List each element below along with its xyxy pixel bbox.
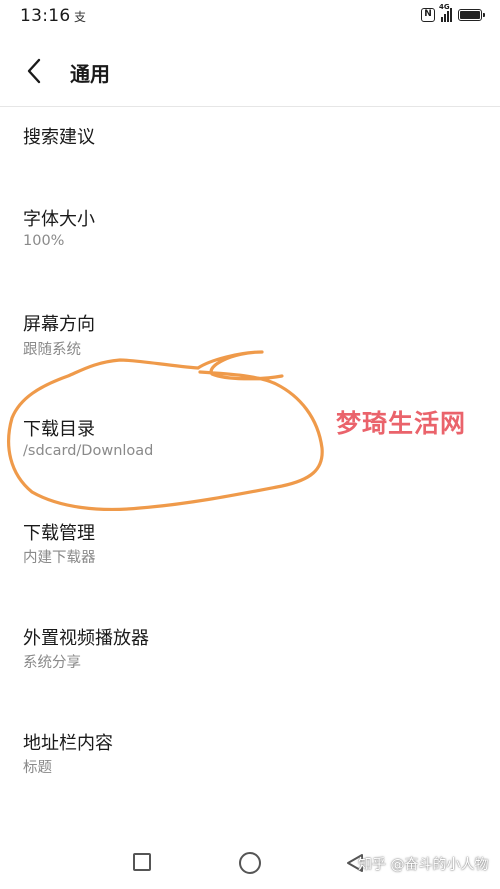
chevron-left-icon xyxy=(27,58,41,84)
setting-font-size[interactable]: 字体大小 100% xyxy=(0,190,500,290)
setting-title: 搜索建议 xyxy=(23,127,95,148)
setting-value: 标题 xyxy=(23,760,52,776)
nfc-icon: N xyxy=(421,8,435,22)
setting-title: 外置视频播放器 xyxy=(23,628,149,649)
app-header: 通用 xyxy=(0,36,500,107)
status-bar: 13:16 支 N 4G xyxy=(0,0,500,36)
setting-external-video-player[interactable]: 外置视频播放器 系统分享 xyxy=(0,610,500,710)
status-time: 13:16 xyxy=(20,6,71,26)
setting-title: 字体大小 xyxy=(23,209,95,230)
setting-value: 跟随系统 xyxy=(23,342,81,358)
home-button[interactable] xyxy=(239,852,261,874)
setting-value: 系统分享 xyxy=(23,655,81,671)
alipay-notification-icon: 支 xyxy=(74,10,87,24)
battery-icon xyxy=(458,9,485,21)
setting-search-suggestions[interactable]: 搜索建议 xyxy=(0,107,500,177)
setting-screen-orientation[interactable]: 屏幕方向 跟随系统 xyxy=(0,295,500,395)
network-type: 4G xyxy=(439,3,450,11)
signal-icon: 4G xyxy=(439,3,452,22)
watermark: 梦琦生活网 xyxy=(336,409,467,438)
page-title: 通用 xyxy=(70,62,110,86)
setting-value: 100% xyxy=(23,233,65,249)
recents-button[interactable] xyxy=(133,853,151,871)
setting-title: 下载管理 xyxy=(23,523,95,544)
setting-title: 屏幕方向 xyxy=(23,314,95,335)
setting-value: 内建下载器 xyxy=(23,550,96,566)
setting-download-manager[interactable]: 下载管理 内建下载器 xyxy=(0,505,500,605)
back-button[interactable] xyxy=(18,54,52,88)
status-indicators: N 4G xyxy=(421,3,485,22)
setting-address-bar-content[interactable]: 地址栏内容 标题 xyxy=(0,715,500,815)
zhihu-credit: 知乎 @奋斗的小人物 xyxy=(358,857,489,873)
system-nav-bar: 知乎 @奋斗的小人物 xyxy=(0,840,500,889)
setting-title: 地址栏内容 xyxy=(23,733,113,754)
setting-title: 下载目录 xyxy=(23,419,95,440)
setting-value: /sdcard/Download xyxy=(23,443,154,459)
